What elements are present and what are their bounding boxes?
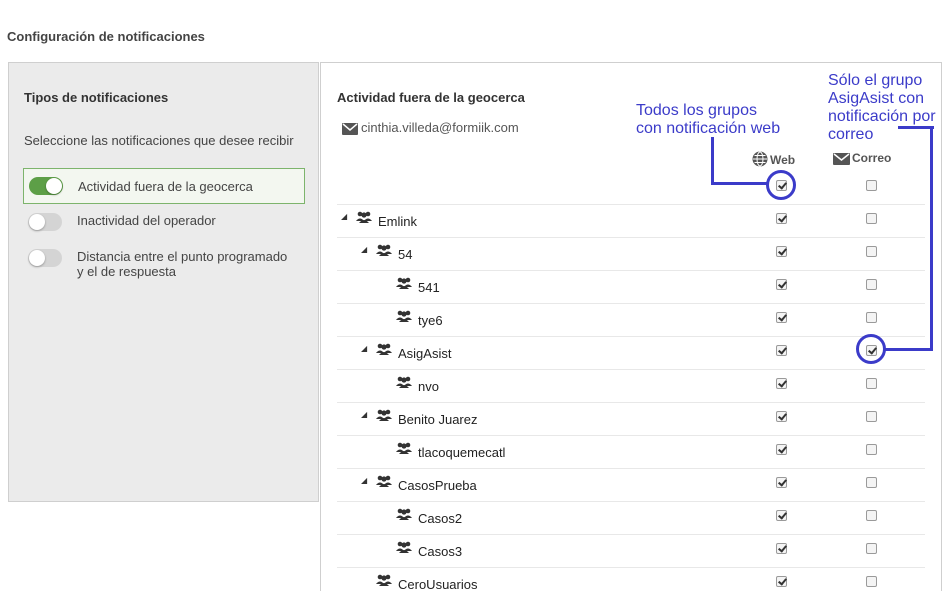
mail-annotation: Sólo el grupo AsigAsist con notificación…: [828, 72, 936, 143]
group-icon: [355, 210, 373, 228]
web-checkbox[interactable]: [776, 576, 787, 587]
mail-checkbox[interactable]: [866, 543, 877, 554]
type-item-inactivity[interactable]: Inactividad del operador: [23, 211, 305, 233]
mail-checkbox[interactable]: [866, 444, 877, 455]
toggle-switch[interactable]: [28, 213, 62, 231]
mail-annotation-line: [884, 348, 933, 351]
globe-icon: [752, 151, 768, 167]
group-name: Casos3: [418, 544, 463, 559]
tree-row: ◢ Benito Juarez: [337, 402, 925, 435]
type-item-distance[interactable]: Distancia entre el punto programado y el…: [23, 247, 305, 281]
group-icon: [395, 309, 413, 327]
web-column-header: Web: [752, 151, 795, 167]
tree-row: ◢ AsigAsist: [337, 336, 925, 369]
group-name: Casos2: [418, 511, 463, 526]
tree-row: ◢ 54: [337, 237, 925, 270]
web-checkbox[interactable]: [776, 510, 787, 521]
tree-row: 541: [337, 270, 925, 303]
mail-annotation-circle: [856, 334, 886, 364]
tree-row: ◢ Emlink: [337, 204, 925, 237]
expand-arrow-icon[interactable]: ◢: [341, 212, 347, 221]
group-icon: [395, 375, 413, 393]
tree-row: Casos3: [337, 534, 925, 567]
group-icon: [375, 573, 393, 591]
settings-title: Actividad fuera de la geocerca: [337, 90, 525, 105]
page-title: Configuración de notificaciones: [7, 29, 205, 44]
group-name: tye6: [418, 313, 443, 328]
email-row: cinthia.villeda@formiik.com: [342, 120, 519, 135]
envelope-icon: [342, 123, 358, 135]
notification-types-panel: Tipos de notificaciones Seleccione las n…: [8, 62, 319, 502]
types-title: Tipos de notificaciones: [24, 90, 169, 105]
group-icon: [395, 507, 413, 525]
email-address: cinthia.villeda@formiik.com: [361, 120, 519, 135]
toggle-switch[interactable]: [29, 177, 63, 195]
group-icon: [375, 474, 393, 492]
web-checkbox[interactable]: [776, 345, 787, 356]
type-label: Inactividad del operador: [77, 213, 216, 228]
tree-row: tlacoquemecatl: [337, 435, 925, 468]
tree-row: CeroUsuarios: [337, 567, 925, 600]
group-name: tlacoquemecatl: [418, 445, 506, 460]
mail-column-header: Correo: [833, 151, 891, 165]
web-annotation: Todos los grupos con notificación web: [636, 102, 781, 137]
toggle-switch[interactable]: [28, 249, 62, 267]
web-checkbox[interactable]: [776, 444, 787, 455]
type-label: Distancia entre el punto programado y el…: [77, 249, 288, 279]
group-name: 541: [418, 280, 440, 295]
mail-checkbox[interactable]: [866, 246, 877, 257]
group-name: CasosPrueba: [398, 478, 477, 493]
expand-arrow-icon[interactable]: ◢: [361, 344, 367, 353]
tree-row: tye6: [337, 303, 925, 336]
web-checkbox[interactable]: [776, 213, 787, 224]
tree-row: nvo: [337, 369, 925, 402]
mail-annotation-line: [898, 126, 934, 129]
mail-checkbox[interactable]: [866, 378, 877, 389]
group-icon: [395, 276, 413, 294]
web-annotation-circle: [766, 170, 796, 200]
web-checkbox[interactable]: [776, 246, 787, 257]
web-checkbox[interactable]: [776, 378, 787, 389]
group-name: Emlink: [378, 214, 418, 229]
web-annotation-line: [711, 137, 714, 184]
web-checkbox[interactable]: [776, 312, 787, 323]
group-name: 54: [398, 247, 413, 262]
type-label: Actividad fuera de la geocerca: [78, 179, 253, 194]
mail-checkbox[interactable]: [866, 213, 877, 224]
mail-checkbox[interactable]: [866, 279, 877, 290]
types-subtitle: Seleccione las notificaciones que desee …: [24, 133, 294, 148]
type-item-geofence[interactable]: Actividad fuera de la geocerca: [23, 168, 305, 204]
mail-annotation-line: [930, 126, 933, 350]
group-icon: [375, 243, 393, 261]
web-checkbox[interactable]: [776, 411, 787, 422]
mail-checkbox[interactable]: [866, 312, 877, 323]
group-icon: [395, 441, 413, 459]
expand-arrow-icon[interactable]: ◢: [361, 410, 367, 419]
group-icon: [375, 342, 393, 360]
web-column-label: Web: [770, 153, 796, 167]
group-name: AsigAsist: [398, 346, 452, 361]
web-checkbox[interactable]: [776, 543, 787, 554]
expand-arrow-icon[interactable]: ◢: [361, 245, 367, 254]
tree-row: ◢ CasosPrueba: [337, 468, 925, 501]
group-name: nvo: [418, 379, 439, 394]
mail-column-label: Correo: [852, 151, 892, 165]
expand-arrow-icon[interactable]: ◢: [361, 476, 367, 485]
web-checkbox[interactable]: [776, 477, 787, 488]
envelope-icon: [833, 153, 850, 165]
mail-checkbox[interactable]: [866, 576, 877, 587]
tree-row: Casos2: [337, 501, 925, 534]
web-checkbox[interactable]: [776, 279, 787, 290]
group-icon: [375, 408, 393, 426]
select-all-mail-checkbox[interactable]: [866, 180, 877, 191]
group-icon: [395, 540, 413, 558]
group-name: Benito Juarez: [398, 412, 478, 427]
group-name: CeroUsuarios: [398, 577, 478, 592]
mail-checkbox[interactable]: [866, 411, 877, 422]
mail-checkbox[interactable]: [866, 477, 877, 488]
mail-checkbox[interactable]: [866, 510, 877, 521]
web-annotation-line: [711, 182, 768, 185]
